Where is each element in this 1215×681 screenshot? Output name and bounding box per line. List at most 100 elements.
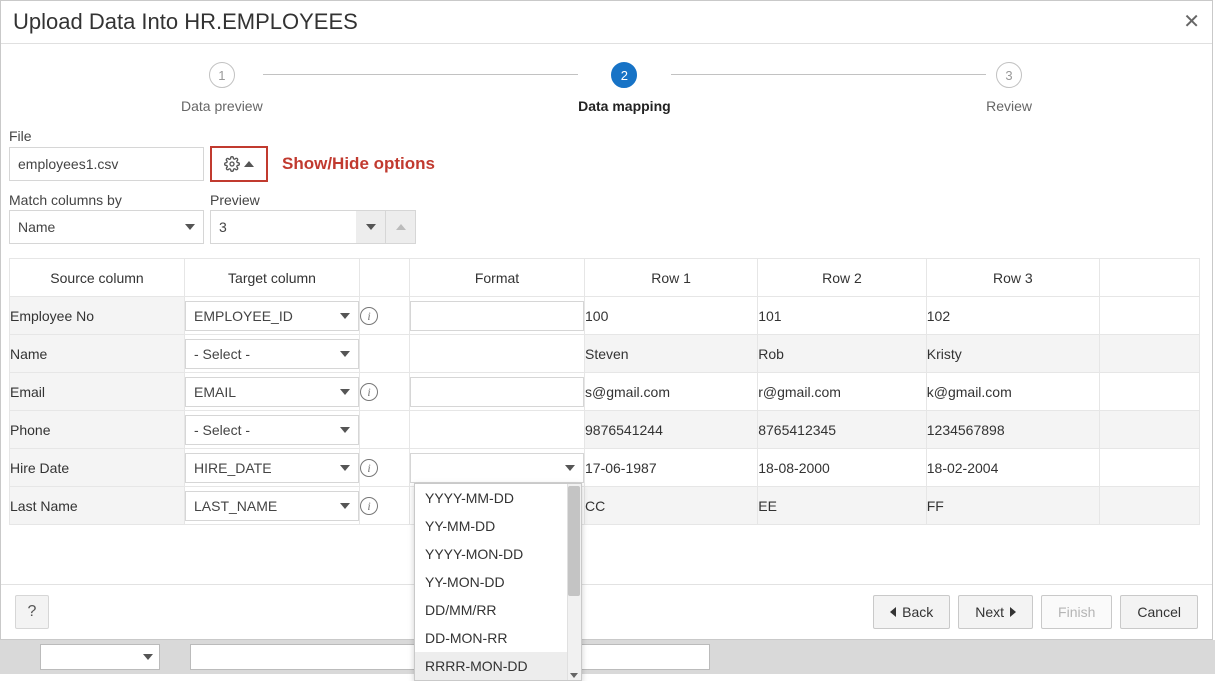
preview-data-cell: s@gmail.com bbox=[585, 373, 758, 411]
chevron-up-icon bbox=[396, 224, 406, 230]
preview-decrement-button[interactable] bbox=[356, 210, 386, 244]
col-header-info bbox=[360, 259, 410, 297]
background-select-1[interactable] bbox=[40, 644, 160, 670]
step-review[interactable]: 3 Review bbox=[986, 62, 1032, 114]
format-option[interactable]: RRRR-MON-DD bbox=[415, 652, 581, 680]
back-button[interactable]: Back bbox=[873, 595, 950, 629]
controls-area: File Show/Hide options Match columns by … bbox=[1, 114, 1212, 252]
scrollbar-thumb[interactable] bbox=[568, 486, 580, 596]
format-input[interactable] bbox=[410, 301, 584, 331]
chevron-down-icon bbox=[185, 224, 195, 230]
format-option[interactable]: YYYY-MON-DD bbox=[415, 540, 581, 568]
file-input[interactable] bbox=[9, 147, 204, 181]
preview-data-cell: 102 bbox=[926, 297, 1099, 335]
format-option[interactable]: YY-MM-DD bbox=[415, 512, 581, 540]
next-button[interactable]: Next bbox=[958, 595, 1033, 629]
format-option[interactable]: DD/MM/RR bbox=[415, 596, 581, 624]
preview-increment-button[interactable] bbox=[386, 210, 416, 244]
info-icon[interactable]: i bbox=[360, 497, 378, 515]
show-hide-options-button[interactable] bbox=[210, 146, 268, 182]
preview-count-input[interactable] bbox=[210, 210, 356, 244]
spacer-cell bbox=[1100, 487, 1200, 525]
step-circle-1: 1 bbox=[209, 62, 235, 88]
close-icon[interactable]: ✕ bbox=[1183, 12, 1200, 32]
format-dropdown: YYYY-MM-DDYY-MM-DDYYYY-MON-DDYY-MON-DDDD… bbox=[414, 483, 582, 681]
target-column-cell: - Select - bbox=[185, 411, 360, 449]
step-data-mapping[interactable]: 2 Data mapping bbox=[578, 62, 671, 114]
chevron-down-icon bbox=[340, 389, 350, 395]
source-column-cell: Last Name bbox=[10, 487, 185, 525]
dialog-title: Upload Data Into HR.EMPLOYEES bbox=[13, 9, 358, 35]
upload-dialog: Upload Data Into HR.EMPLOYEES ✕ 1 Data p… bbox=[0, 0, 1213, 640]
annotation-label: Show/Hide options bbox=[282, 154, 435, 174]
target-column-select[interactable]: HIRE_DATE bbox=[185, 453, 359, 483]
target-column-value: EMPLOYEE_ID bbox=[194, 308, 293, 324]
chevron-down-icon bbox=[143, 654, 153, 660]
target-column-select[interactable]: - Select - bbox=[185, 415, 359, 445]
target-column-select[interactable]: EMAIL bbox=[185, 377, 359, 407]
preview-data-cell: 1234567898 bbox=[926, 411, 1099, 449]
dialog-footer: ? Back Next Finish Cancel bbox=[1, 584, 1212, 639]
source-column-cell: Employee No bbox=[10, 297, 185, 335]
dialog-header: Upload Data Into HR.EMPLOYEES ✕ bbox=[1, 1, 1212, 44]
format-cell bbox=[410, 297, 585, 335]
chevron-down-icon bbox=[340, 465, 350, 471]
target-column-select[interactable]: EMPLOYEE_ID bbox=[185, 301, 359, 331]
preview-data-cell: 18-02-2004 bbox=[926, 449, 1099, 487]
info-cell bbox=[360, 411, 410, 449]
target-column-cell: - Select - bbox=[185, 335, 360, 373]
target-column-value: LAST_NAME bbox=[194, 498, 277, 514]
format-option[interactable]: YY-MON-DD bbox=[415, 568, 581, 596]
preview-data-cell: Steven bbox=[585, 335, 758, 373]
target-column-cell: EMPLOYEE_ID bbox=[185, 297, 360, 335]
col-header-target: Target column bbox=[185, 259, 360, 297]
cancel-button[interactable]: Cancel bbox=[1120, 595, 1198, 629]
info-icon[interactable]: i bbox=[360, 383, 378, 401]
step-data-preview[interactable]: 1 Data preview bbox=[181, 62, 263, 114]
chevron-down-icon bbox=[340, 503, 350, 509]
col-header-source: Source column bbox=[10, 259, 185, 297]
cancel-label: Cancel bbox=[1137, 604, 1181, 620]
col-header-row1: Row 1 bbox=[585, 259, 758, 297]
step-label-1: Data preview bbox=[181, 98, 263, 114]
preview-data-cell: r@gmail.com bbox=[758, 373, 927, 411]
target-column-select[interactable]: - Select - bbox=[185, 339, 359, 369]
dropdown-scrollbar[interactable] bbox=[567, 484, 581, 680]
match-columns-select[interactable]: Name bbox=[9, 210, 204, 244]
target-column-cell: LAST_NAME bbox=[185, 487, 360, 525]
preview-data-cell: 18-08-2000 bbox=[758, 449, 927, 487]
table-row: Name- Select -StevenRobKristy bbox=[10, 335, 1200, 373]
target-column-select[interactable]: LAST_NAME bbox=[185, 491, 359, 521]
target-column-value: - Select - bbox=[194, 422, 250, 438]
preview-data-cell: Kristy bbox=[926, 335, 1099, 373]
chevron-down-icon bbox=[340, 351, 350, 357]
format-input[interactable] bbox=[410, 377, 584, 407]
format-option[interactable]: DD-MON-RR bbox=[415, 624, 581, 652]
format-select[interactable] bbox=[410, 453, 584, 483]
info-icon[interactable]: i bbox=[360, 307, 378, 325]
spacer-cell bbox=[1100, 335, 1200, 373]
next-label: Next bbox=[975, 604, 1004, 620]
format-cell bbox=[410, 411, 585, 449]
preview-data-cell: 101 bbox=[758, 297, 927, 335]
format-option[interactable]: YYYY-MM-DD bbox=[415, 484, 581, 512]
match-columns-value: Name bbox=[18, 219, 55, 235]
format-cell: YYYY-MM-DDYY-MM-DDYYYY-MON-DDYY-MON-DDDD… bbox=[410, 449, 585, 487]
col-header-spacer bbox=[1100, 259, 1200, 297]
preview-label: Preview bbox=[210, 192, 416, 208]
step-circle-3: 3 bbox=[996, 62, 1022, 88]
step-label-2: Data mapping bbox=[578, 98, 671, 114]
info-icon[interactable]: i bbox=[360, 459, 378, 477]
chevron-down-icon bbox=[366, 224, 376, 230]
help-button[interactable]: ? bbox=[15, 595, 49, 629]
wizard-stepper: 1 Data preview 2 Data mapping 3 Review bbox=[1, 44, 1212, 114]
file-label: File bbox=[9, 128, 1200, 144]
back-label: Back bbox=[902, 604, 933, 620]
source-column-cell: Phone bbox=[10, 411, 185, 449]
table-row: Employee NoEMPLOYEE_IDi100101102 bbox=[10, 297, 1200, 335]
finish-label: Finish bbox=[1058, 604, 1095, 620]
info-cell: i bbox=[360, 449, 410, 487]
target-column-value: - Select - bbox=[194, 346, 250, 362]
preview-data-cell: FF bbox=[926, 487, 1099, 525]
col-header-format: Format bbox=[410, 259, 585, 297]
